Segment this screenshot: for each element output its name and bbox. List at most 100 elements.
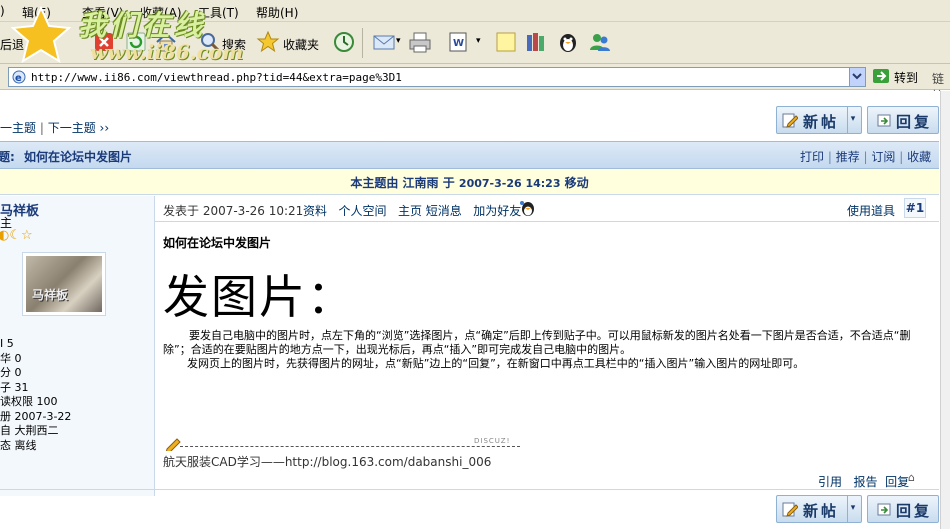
post-body: 要发自己电脑中的图片时，点左下角的“浏览”选择图片，点“确定”后即上传到贴子中。… [163,329,921,371]
homepage-link[interactable]: 主页 [398,204,422,218]
qq-penguin-icon[interactable] [556,30,580,54]
add-friend-link[interactable]: 加为好友 [473,204,521,218]
thread-title: 如何在论坛中发图片 [24,150,133,164]
recommend-link[interactable]: 推荐 [836,150,860,164]
favorites-button-label[interactable]: 收藏夹 [283,36,319,53]
moderation-notice: 本主题由 江南雨 于 2007-3-26 14:23 移动 [0,169,939,195]
toolbar-separator [362,28,363,58]
stat-row: 态 离线 [0,438,37,452]
messenger-icon[interactable] [588,30,612,54]
logo-star-icon [10,6,72,64]
author-panel: 马祥板 主 ◐☾☆ 马祥板 I 5 华 0 分 0 子 31 读权限 100 册… [0,196,155,496]
quote-link[interactable]: 引用 [818,475,842,489]
post-floor-number[interactable]: #1 [904,198,926,218]
author-rank-stars: ◐☾☆ [0,228,33,243]
new-post-dropdown-icon[interactable]: ▾ [847,496,861,522]
site-logo: 我们在线 www.ii86.com [0,0,260,70]
signature-divider [180,446,520,447]
logo-url: www.ii86.com [90,40,244,64]
new-post-pencil-icon [782,112,799,128]
new-post-pencil-icon [782,501,799,517]
author-avatar: 马祥板 [22,252,106,316]
mail-icon[interactable] [372,30,396,54]
stat-row: 分 0 [0,366,22,379]
go-button-label: 转到 [894,71,919,85]
notice-mid: 于 [442,176,455,190]
profile-link[interactable]: 资料 [303,204,327,218]
post-subject: 如何在论坛中发图片 [163,236,272,250]
address-bar: e http://www.ii86.com/viewthread.php?tid… [0,64,950,103]
notes-icon[interactable] [494,30,518,54]
edit-word-icon[interactable]: W [446,30,470,54]
vertical-scrollbar[interactable] [940,91,950,529]
address-dropdown-button[interactable] [849,68,865,86]
address-input[interactable]: e http://www.ii86.com/viewthread.php?tid… [8,67,866,87]
go-button[interactable]: 转到 [870,67,926,87]
new-post-button-top[interactable]: 新帖 ▾ [776,106,862,134]
reply-icon [876,501,892,517]
thread-nav: 上一主题 | 下一主题 ›› [0,119,109,136]
print-link[interactable]: 打印 [800,150,824,164]
post-header: 发表于 2007-3-26 10:21 资料 个人空间 主页 短消息 加为好友 … [155,196,939,222]
reply-button-top[interactable]: 回复 [867,106,939,134]
svg-text:W: W [453,38,464,49]
avatar-photo: 马祥板 [26,256,102,312]
thread-header: 标题: 如何在论坛中发图片 打印 | 推荐 | 订阅 | 收藏 [0,141,939,169]
author-links: 资料 个人空间 主页 短消息 加为好友 [303,202,521,219]
svg-text:e: e [15,73,22,84]
page-content: 上一主题 | 下一主题 ›› 新帖 ▾ 回复 标题: 如何在论坛中发图片 打印 … [0,91,950,529]
back-to-top-icon[interactable]: ⌂ [908,471,915,484]
logo-text: 我们在线 [78,9,207,42]
stat-row: 自 大荆西二 [0,424,59,437]
next-thread-link[interactable]: 下一主题 ›› [48,121,109,135]
stat-row: 子 31 [0,380,29,394]
space-link[interactable]: 个人空间 [338,204,386,218]
reply-button-bottom[interactable]: 回复 [867,495,939,523]
stat-row: 读权限 100 [0,395,58,408]
address-url-text: http://www.ii86.com/viewthread.php?tid=4… [31,71,402,84]
notice-time: 2007-3-26 14:23 [458,177,561,190]
new-post-button-bottom[interactable]: 新帖 ▾ [776,495,862,523]
author-stats: I 5 华 0 分 0 子 31 读权限 100 册 2007-3-22 自 大… [0,337,71,453]
post-paragraph: 发网页上的图片时，先获得图片的网址，点“新贴”边上的“回复”，在新窗口中再点工具… [187,357,805,370]
avatar-caption: 马祥板 [32,288,69,302]
post-footer-actions: 引用 报告 回复 [818,473,909,490]
thread-actions: 打印 | 推荐 | 订阅 | 收藏 [800,150,932,164]
stat-row: 册 2007-3-22 [0,409,72,423]
new-post-label: 新帖 [803,502,840,520]
post-date: 发表于 2007-3-26 10:21 [163,204,304,218]
menu-help[interactable]: 帮助(H) [256,4,298,21]
notice-action: 移动 [564,176,589,190]
post-big-heading: 发图片： [163,270,355,324]
signature-text: 航天服装CAD学习——http://blog.163.com/dabanshi_… [163,455,492,469]
qq-status-icon[interactable] [519,199,537,217]
post-bottom-border [0,489,939,490]
report-link[interactable]: 报告 [853,475,877,489]
history-icon[interactable] [332,30,356,54]
go-arrow-icon [872,68,890,84]
research-books-icon[interactable] [524,30,548,54]
prev-thread-link[interactable]: 上一主题 [0,121,36,135]
edit-dropdown-icon[interactable]: ▾ [476,36,481,46]
reply-label: 回复 [896,502,933,520]
thread-title-prefix: 标题: [0,150,15,164]
reply-label: 回复 [896,113,933,131]
new-post-label: 新帖 [803,113,840,131]
signature-pencil-icon [165,437,183,454]
print-icon[interactable] [408,30,432,54]
subscribe-link[interactable]: 订阅 [871,150,895,164]
favorite-link[interactable]: 收藏 [907,150,931,164]
mail-dropdown-icon[interactable]: ▾ [396,36,401,46]
ie-page-icon: e [12,70,26,84]
use-tools-link[interactable]: 使用道具 [847,202,895,219]
notice-user[interactable]: 江南雨 [403,176,439,190]
discuz-mark: DISCUZ! [474,437,511,445]
pm-link[interactable]: 短消息 [426,204,462,218]
stat-row: I 5 [0,337,14,350]
reply-link[interactable]: 回复 [885,475,909,489]
notice-prefix: 本主题由 [350,176,399,190]
post-paragraph: 要发自己电脑中的图片时，点左下角的“浏览”选择图片，点“确定”后即上传到贴子中。… [163,329,911,356]
reply-icon [876,112,892,128]
stat-row: 华 0 [0,351,22,365]
new-post-dropdown-icon[interactable]: ▾ [847,107,861,133]
